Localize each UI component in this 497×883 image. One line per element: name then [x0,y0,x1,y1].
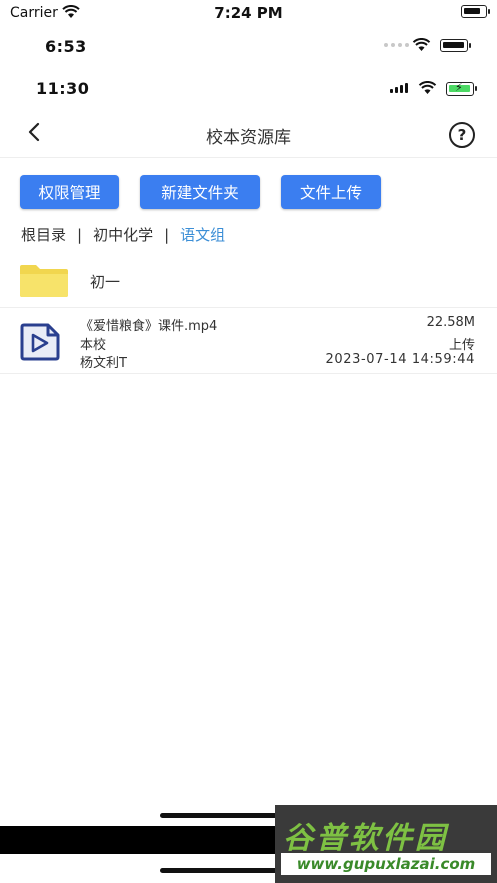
file-list-item[interactable]: 《爱惜粮食》课件.mp4 22.58M 本校 上传 杨文利T 2023-07-1… [0,310,497,374]
battery-icon [461,5,490,18]
watermark-url: www.gupuxlazai.com [281,853,491,875]
file-action: 上传 [448,338,475,353]
breadcrumb-chemistry[interactable]: 初中化学 [93,224,153,245]
status-time-secondary: 6:53 [45,36,87,56]
folder-name: 初一 [90,273,121,291]
action-toolbar: 权限管理 新建文件夹 文件上传 [20,175,381,209]
status-bar-top: Carrier 7:24 PM [0,0,497,26]
status-bar-tertiary: 11:30 ⚡ [0,74,497,102]
battery-icon [440,39,471,52]
new-folder-button[interactable]: 新建文件夹 [140,175,260,209]
file-size: 22.58M [426,315,475,330]
folder-list-item[interactable]: 初一 [0,254,497,308]
file-uploader: 杨文利T [80,356,127,371]
question-icon: ? [457,126,467,144]
breadcrumb-separator: | [77,225,83,244]
cellular-signal-icon [390,83,408,93]
help-button[interactable]: ? [449,122,475,148]
wifi-icon [418,80,437,99]
page-title: 校本资源库 [206,128,291,148]
file-datetime: 2023-07-14 14:59:44 [325,352,475,367]
status-time-tertiary: 11:30 [36,78,90,98]
video-file-icon [20,323,60,365]
watermark-title: 谷普软件园 [283,821,448,856]
breadcrumb-separator: | [164,225,170,244]
status-time: 7:24 PM [214,4,283,22]
permissions-button[interactable]: 权限管理 [20,175,119,209]
breadcrumb-root[interactable]: 根目录 [21,224,66,245]
breadcrumb: 根目录 | 初中化学 | 语文组 [21,224,225,245]
breadcrumb-current: 语文组 [180,226,226,244]
file-name: 《爱惜粮食》课件.mp4 [80,319,218,334]
status-bar-secondary: 6:53 [0,32,497,60]
upload-file-button[interactable]: 文件上传 [281,175,381,209]
signal-icon [384,43,409,47]
navigation-bar: 校本资源库 ? [0,112,497,158]
folder-icon [20,263,68,301]
wifi-icon [412,37,431,56]
file-scope: 本校 [80,338,107,353]
watermark: 谷普软件园 www.gupuxlazai.com [275,805,497,883]
battery-charging-icon: ⚡ [446,81,477,96]
